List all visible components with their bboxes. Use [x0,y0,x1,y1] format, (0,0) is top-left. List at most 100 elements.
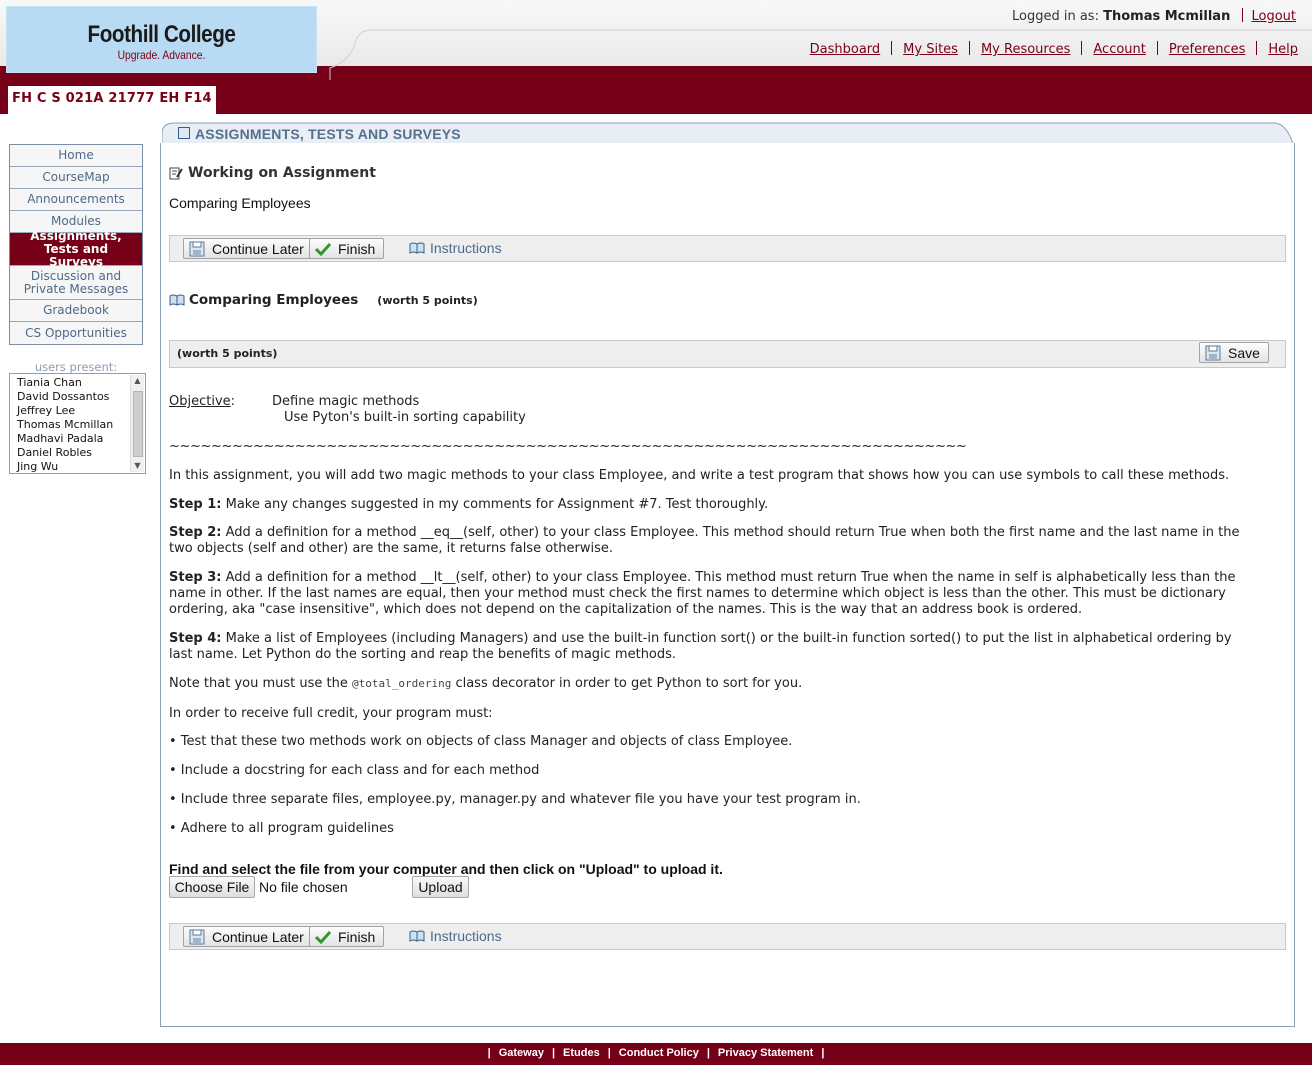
objective-colon: : [230,394,236,409]
bullet-item: • Test that these two methods work on ob… [169,734,793,749]
nav-my-resources[interactable]: My Resources [981,42,1070,57]
step-2-text: Add a definition for a method __eq__(sel… [169,525,1240,556]
save-disk-icon [1205,345,1221,360]
footer-etudes[interactable]: Etudes [563,1047,600,1059]
users-present-list[interactable]: Tiania Chan David Dossantos Jeffrey Lee … [9,373,146,474]
continue-later-button[interactable]: Continue Later [183,926,313,947]
user-name: Daniel Robles [17,446,92,459]
step-4-label: Step 4: [169,631,222,646]
divider: | [821,1047,825,1059]
toolmenu-label: Discussion and Private Messages [23,268,129,296]
question-title: Comparing Employees [189,292,359,308]
nav-account[interactable]: Account [1093,42,1146,57]
instructions-link[interactable]: Instructions [409,928,502,944]
site-tab-label: FH C S 021A 21777 EH F14 [12,91,212,106]
step-3: Step 3: Add a definition for a method __… [169,570,1254,618]
nav-dashboard[interactable]: Dashboard [810,42,881,57]
open-book-icon [409,930,425,942]
footer-conduct-policy[interactable]: Conduct Policy [619,1047,699,1059]
continue-later-label: Continue Later [212,928,304,945]
assignments-tool-icon [178,127,190,139]
top-nav: Dashboard My Sites My Resources Account Pref… [810,41,1298,57]
objective-2: Use Pyton's built-in sorting capability [284,410,526,425]
scroll-up-icon[interactable]: ▲ [131,375,144,387]
step-3-label: Step 3: [169,570,222,585]
edit-document-icon [169,167,183,179]
college-logo[interactable]: Foothill College Upgrade. Advance. [6,6,317,73]
toolmenu-label: Home [58,148,94,162]
toolmenu-coursemap[interactable]: CourseMap [10,167,142,189]
step-1: Step 1: Make any changes suggested in my… [169,497,1269,513]
divider: | [487,1047,491,1059]
toolmenu-cs-opportunities[interactable]: CS Opportunities [10,322,142,344]
question-heading: Comparing Employees (worth 5 points) [169,292,478,308]
logo-name: Foothill College [87,21,236,48]
footer-links: | Gateway | Etudes | Conduct Policy | Privacy S… [0,1047,1312,1059]
step-1-label: Step 1: [169,497,222,512]
nav-my-sites[interactable]: My Sites [903,42,958,57]
toolmenu-announcements[interactable]: Announcements [10,189,142,211]
users-scrollbar[interactable]: ▲ ▼ [130,375,144,472]
divider: | [551,1047,556,1059]
toolmenu-discussion[interactable]: Discussion and Private Messages [10,266,142,300]
working-heading-text: Working on Assignment [188,165,376,181]
objective-1: Define magic methods [272,394,420,409]
intro-text: In this assignment, you will add two mag… [169,468,1230,483]
user-name: Jeffrey Lee [17,404,76,417]
nav-help[interactable]: Help [1268,42,1298,57]
nav-preferences[interactable]: Preferences [1169,42,1245,57]
choose-file-button[interactable]: Choose File [169,876,255,898]
instructions-link[interactable]: Instructions [409,240,502,256]
step-4: Step 4: Make a list of Employees (includ… [169,631,1254,663]
footer: | Gateway | Etudes | Conduct Policy | Privacy S… [0,1043,1312,1065]
continue-later-button[interactable]: Continue Later [183,238,313,259]
finish-button[interactable]: Finish [309,926,385,947]
note-code: @total_ordering [351,677,452,690]
finish-label: Finish [338,928,376,945]
logout-link[interactable]: Logout [1251,9,1296,24]
logo-tagline: Upgrade. Advance. [117,48,206,62]
action-bar-bottom: Continue Later Finish Instructions [169,923,1286,950]
assignment-name: Comparing Employees [169,195,311,211]
footer-privacy-statement[interactable]: Privacy Statement [718,1047,813,1059]
user-name: Thomas Mcmillan [17,418,114,431]
instructions-label: Instructions [430,928,502,944]
logged-in-user: Thomas Mcmillan [1103,9,1231,24]
scroll-down-icon[interactable]: ▼ [131,460,144,472]
divider [891,41,893,55]
tilde-rule: ~~~~~~~~~~~~~~~~~~~~~~~~~~~~~~~~~~~~~~~~… [169,439,967,454]
tool-title: ASSIGNMENTS, TESTS AND SURVEYS [195,126,461,142]
objective-label: Objective [169,394,231,409]
bullet-item: • Include a docstring for each class and… [169,763,540,778]
question-bar: (worth 5 points) Save [169,340,1286,368]
users-present-label: users present: [34,360,118,374]
save-button[interactable]: Save [1199,342,1269,363]
toolmenu-label: CS Opportunities [25,325,127,340]
bullet-item: • Include three separate files, employee… [169,792,861,807]
toolmenu-label: CourseMap [42,170,110,184]
footer-gateway[interactable]: Gateway [499,1047,544,1059]
scroll-thumb[interactable] [133,391,143,457]
toolmenu-assignments[interactable]: Assignments, Tests and Surveys [10,229,142,268]
open-book-icon [169,294,185,306]
login-status: Logged in as: Thomas Mcmillan Logout [1012,8,1296,24]
action-bar-top: Continue Later Finish Instructions [169,235,1286,262]
toolmenu-gradebook[interactable]: Gradebook [10,300,142,322]
toolmenu-label: Announcements [27,192,125,206]
upload-button[interactable]: Upload [412,876,469,898]
finish-button[interactable]: Finish [309,238,385,259]
tool-menu: Home CourseMap Announcements Modules Ass… [9,144,143,345]
logged-in-label: Logged in as: [1012,9,1099,24]
bullet-item: • Adhere to all program guidelines [169,821,394,836]
site-tab-current[interactable]: FH C S 021A 21777 EH F14 [8,86,216,114]
toolmenu-home[interactable]: Home [10,145,142,167]
step-3-text: Add a definition for a method __lt__(sel… [169,570,1236,617]
user-name: Madhavi Padala [17,432,104,445]
save-disk-icon [189,929,205,944]
question-worth: (worth 5 points) [377,293,478,307]
no-file-chosen-text: No file chosen [259,879,348,895]
divider: | [706,1047,710,1059]
save-label: Save [1228,344,1260,361]
note-post: class decorator in order to get Python t… [451,676,803,691]
instructions-label: Instructions [430,240,502,256]
